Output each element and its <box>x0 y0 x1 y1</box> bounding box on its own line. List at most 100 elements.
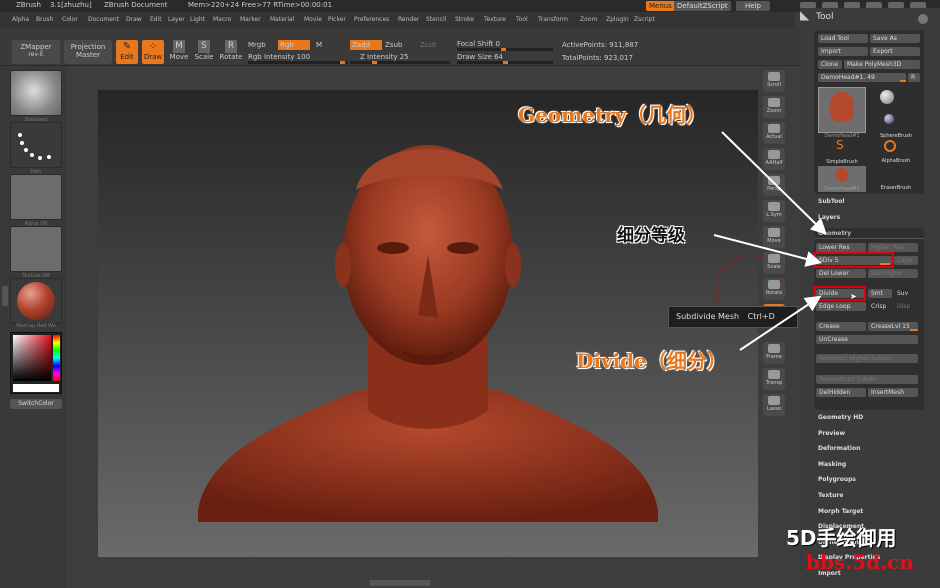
demohead-thumb[interactable] <box>818 87 866 133</box>
menu-zscript[interactable]: Zscript <box>634 16 655 23</box>
default-zscript-button[interactable]: DefaultZScript <box>674 1 731 11</box>
hue-strip[interactable] <box>53 335 60 381</box>
suv-toggle[interactable]: Suv <box>894 289 918 298</box>
section-geometry-hd[interactable]: Geometry HD <box>818 414 863 421</box>
delhidden-button[interactable]: DelHidden <box>816 388 866 397</box>
simplebrush-icon[interactable]: S <box>836 138 844 152</box>
menu-stroke[interactable]: Stroke <box>455 16 474 23</box>
scroll-button[interactable]: Scroll <box>763 70 785 92</box>
smt-toggle[interactable]: Smt <box>868 289 892 298</box>
mrgb-button[interactable]: Mrgb <box>248 41 266 49</box>
import-button[interactable]: Import <box>818 47 868 56</box>
section-morph-target[interactable]: Morph Target <box>818 508 863 515</box>
eraserbrush-icon[interactable] <box>884 140 896 152</box>
z-intensity-slider[interactable] <box>350 61 450 64</box>
section-masking[interactable]: Masking <box>818 461 846 468</box>
rgb-intensity-slider[interactable] <box>248 61 348 64</box>
del-higher-button[interactable]: Del Higher <box>868 269 918 278</box>
menu-material[interactable]: Material <box>270 16 294 23</box>
menu-brush[interactable]: Brush <box>36 16 53 23</box>
scale-button[interactable]: Scale <box>763 252 785 274</box>
frame-button[interactable]: Frame <box>763 342 785 364</box>
subtool-section[interactable]: SubTool <box>818 198 844 205</box>
export-button[interactable]: Export <box>870 47 920 56</box>
section-texture[interactable]: Texture <box>818 492 843 499</box>
rotate-button[interactable]: R Rotate <box>219 40 243 64</box>
menu-edit[interactable]: Edit <box>150 16 162 23</box>
zsub-button[interactable]: Zsub <box>385 41 402 49</box>
section-deformation[interactable]: Deformation <box>818 445 860 452</box>
rgb-button[interactable]: Rgb <box>278 40 310 50</box>
higher-res-button[interactable]: Higher Res <box>868 243 918 252</box>
menu-alpha[interactable]: Alpha <box>12 16 29 23</box>
menu-layer[interactable]: Layer <box>168 16 185 23</box>
edit-button[interactable]: ✎ Edit <box>116 40 138 64</box>
reproject-button[interactable]: Reproject Higher Subdiv <box>816 354 918 363</box>
persp-button[interactable]: Persp <box>763 174 785 196</box>
make-polymesh-button[interactable]: Make PolyMesh3D <box>844 60 920 69</box>
section-preview[interactable]: Preview <box>818 430 845 437</box>
save-as-button[interactable]: Save As <box>870 34 920 43</box>
zoom-button[interactable]: Zoom <box>763 96 785 118</box>
menu-tool[interactable]: Tool <box>516 16 528 23</box>
menu-texture[interactable]: Texture <box>484 16 506 23</box>
menu-light[interactable]: Light <box>190 16 205 23</box>
lsym-button[interactable]: L.Sym <box>763 200 785 222</box>
disp-toggle[interactable]: Disp <box>894 302 918 311</box>
material-thumb[interactable] <box>10 278 62 324</box>
zadd-button[interactable]: Zadd <box>350 40 382 50</box>
layers-section[interactable]: Layers <box>818 214 840 221</box>
draw-button[interactable]: ⁘ Draw <box>142 40 164 64</box>
menu-document[interactable]: Document <box>88 16 119 23</box>
reconstruct-button[interactable]: Reconstruct Subdiv <box>816 375 918 384</box>
menu-stencil[interactable]: Stencil <box>426 16 446 23</box>
m-button[interactable]: M <box>316 41 322 49</box>
move-button[interactable]: Move <box>763 226 785 248</box>
menu-movie[interactable]: Movie <box>304 16 322 23</box>
menu-zplugin[interactable]: Zplugin <box>606 16 629 23</box>
secondary-color-swatch[interactable] <box>13 384 59 392</box>
menu-transform[interactable]: Transform <box>538 16 568 23</box>
alphabrush-icon[interactable] <box>884 114 894 124</box>
menu-marker[interactable]: Marker <box>240 16 261 23</box>
focal-shift-slider[interactable] <box>457 48 553 51</box>
collapse-icon[interactable]: ◣ <box>800 8 814 22</box>
load-tool-button[interactable]: Load Tool <box>818 34 868 43</box>
lasso-button[interactable]: Lasso <box>763 394 785 416</box>
menu-render[interactable]: Render <box>398 16 419 23</box>
crisp-toggle[interactable]: Crisp <box>868 302 892 311</box>
clone-button[interactable]: Clone <box>818 60 842 69</box>
rotate-button[interactable]: Rotate <box>763 278 785 300</box>
bottom-tray-handle[interactable] <box>370 580 430 586</box>
spherebrush-icon[interactable] <box>880 90 894 104</box>
switchcolor-button[interactable]: SwitchColor <box>10 399 62 409</box>
menus-button[interactable]: Menus <box>646 1 675 11</box>
dots-stroke-icon[interactable] <box>10 122 62 168</box>
left-tray-handle[interactable] <box>2 286 8 306</box>
panel-close-icon[interactable] <box>918 14 928 24</box>
tool-slider[interactable]: DemoHead#1. 49 <box>818 73 906 82</box>
scale-button[interactable]: S Scale <box>193 40 215 64</box>
draw-size-slider[interactable] <box>457 61 553 64</box>
actual-button[interactable]: Actual <box>763 122 785 144</box>
menu-picker[interactable]: Picker <box>328 16 346 23</box>
texture-thumb[interactable] <box>10 226 62 272</box>
geometry-header[interactable]: Geometry <box>818 230 851 237</box>
zcut-button[interactable]: Zcut <box>420 41 436 49</box>
canvas-viewport[interactable] <box>98 90 758 557</box>
zmapper-button[interactable]: ZMapper rev-E <box>12 40 60 64</box>
alpha-thumb[interactable] <box>10 174 62 220</box>
menu-zoom[interactable]: Zoom <box>580 16 597 23</box>
move-button[interactable]: M Move <box>168 40 190 64</box>
insertmesh-button[interactable]: InsertMesh <box>868 388 918 397</box>
menu-color[interactable]: Color <box>62 16 78 23</box>
aahalf-button[interactable]: AAHalf <box>763 148 785 170</box>
r-button[interactable]: R <box>908 73 920 82</box>
transp-button[interactable]: Transp <box>763 368 785 390</box>
standard-brush-icon[interactable] <box>10 70 62 116</box>
color-picker[interactable] <box>10 332 62 394</box>
lower-res-button[interactable]: Lower Res <box>816 243 866 252</box>
color-gradient[interactable] <box>13 335 51 381</box>
menu-draw[interactable]: Draw <box>126 16 142 23</box>
del-lower-button[interactable]: Del Lower <box>816 269 866 278</box>
